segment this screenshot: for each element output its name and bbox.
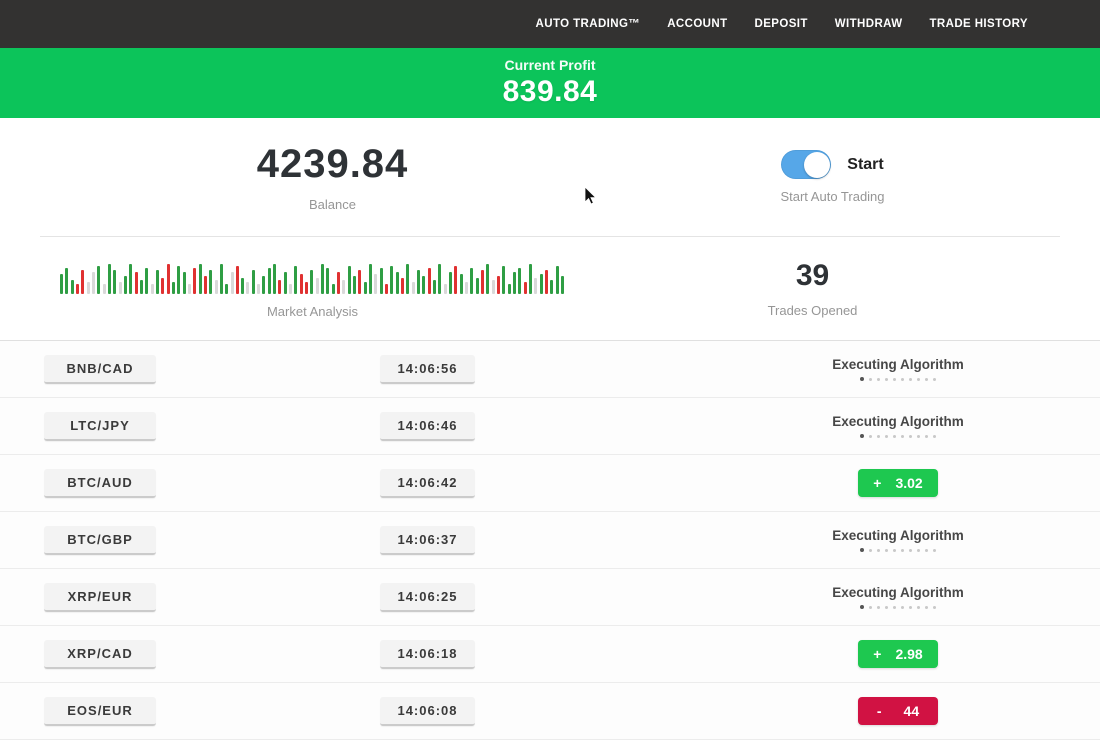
status-result: + 2.98 (788, 640, 1008, 668)
executing-label: Executing Algorithm (788, 357, 1008, 372)
toggle-sublabel: Start Auto Trading (780, 189, 884, 204)
profit-sign: + (873, 646, 881, 662)
executing-label: Executing Algorithm (788, 585, 1008, 600)
status-result: - 44 (788, 697, 1008, 725)
pair-badge: BTC/GBP (44, 526, 156, 555)
nav-item-auto-trading[interactable]: AUTO TRADING™ (536, 18, 641, 30)
pair-badge: XRP/CAD (44, 640, 156, 669)
toggle-label: Start (847, 156, 883, 174)
balance-value: 4239.84 (257, 142, 409, 187)
profit-badge: + 3.02 (858, 469, 938, 497)
profit-badge: + 2.98 (858, 640, 938, 668)
top-nav: AUTO TRADING™ ACCOUNT DEPOSIT WITHDRAW T… (0, 0, 1100, 48)
pair-badge: BNB/CAD (44, 355, 156, 384)
balance-label: Balance (309, 197, 356, 212)
status-executing: Executing Algorithm (788, 357, 1008, 382)
executing-label: Executing Algorithm (788, 528, 1008, 543)
trades-opened-label: Trades Opened (768, 303, 858, 318)
time-badge: 14:06:08 (380, 697, 475, 726)
profit-sign: + (873, 475, 881, 491)
trade-row: LTC/JPY 14:06:46 Executing Algorithm (0, 398, 1100, 455)
executing-label: Executing Algorithm (788, 414, 1008, 429)
progress-dots (788, 378, 1008, 382)
status-executing: Executing Algorithm (788, 528, 1008, 553)
auto-trading-toggle[interactable] (781, 150, 831, 179)
loss-sign: - (877, 703, 882, 719)
trades-list: BNB/CAD 14:06:56 Executing Algorithm LTC… (0, 340, 1100, 740)
trade-row: XRP/CAD 14:06:18 + 2.98 (0, 626, 1100, 683)
status-result: + 3.02 (788, 469, 1008, 497)
time-badge: 14:06:46 (380, 412, 475, 441)
nav-item-trade-history[interactable]: TRADE HISTORY (930, 18, 1029, 30)
time-badge: 14:06:56 (380, 355, 475, 384)
status-executing: Executing Algorithm (788, 414, 1008, 439)
progress-dots (788, 435, 1008, 439)
trade-row: EOS/EUR 14:06:08 - 44 (0, 683, 1100, 740)
trade-row: BTC/GBP 14:06:37 Executing Algorithm (0, 512, 1100, 569)
balance-toggle-row: 4239.84 Balance Start Start Auto Trading (0, 118, 1100, 236)
profit-value: 2.98 (895, 646, 922, 662)
current-profit-value: 839.84 (0, 75, 1100, 109)
market-trades-row: Market Analysis 39 Trades Opened (40, 236, 1060, 340)
trades-opened-value: 39 (796, 259, 829, 293)
loss-value: 44 (904, 703, 920, 719)
market-analysis-label: Market Analysis (267, 304, 358, 319)
loss-badge: - 44 (858, 697, 938, 725)
time-badge: 14:06:18 (380, 640, 475, 669)
time-badge: 14:06:37 (380, 526, 475, 555)
market-analysis-chart (60, 258, 565, 294)
current-profit-banner: Current Profit 839.84 (0, 48, 1100, 118)
progress-dots (788, 606, 1008, 610)
nav-item-deposit[interactable]: DEPOSIT (755, 18, 808, 30)
pair-badge: XRP/EUR (44, 583, 156, 612)
pair-badge: BTC/AUD (44, 469, 156, 498)
time-badge: 14:06:25 (380, 583, 475, 612)
trade-row: BNB/CAD 14:06:56 Executing Algorithm (0, 341, 1100, 398)
pair-badge: EOS/EUR (44, 697, 156, 726)
progress-dots (788, 549, 1008, 553)
toggle-knob[interactable] (804, 152, 830, 178)
profit-value: 3.02 (895, 475, 922, 491)
trade-row: BTC/AUD 14:06:42 + 3.02 (0, 455, 1100, 512)
current-profit-label: Current Profit (0, 57, 1100, 73)
nav-item-account[interactable]: ACCOUNT (667, 18, 727, 30)
status-executing: Executing Algorithm (788, 585, 1008, 610)
pair-badge: LTC/JPY (44, 412, 156, 441)
time-badge: 14:06:42 (380, 469, 475, 498)
trade-row: XRP/EUR 14:06:25 Executing Algorithm (0, 569, 1100, 626)
nav-item-withdraw[interactable]: WITHDRAW (835, 18, 903, 30)
